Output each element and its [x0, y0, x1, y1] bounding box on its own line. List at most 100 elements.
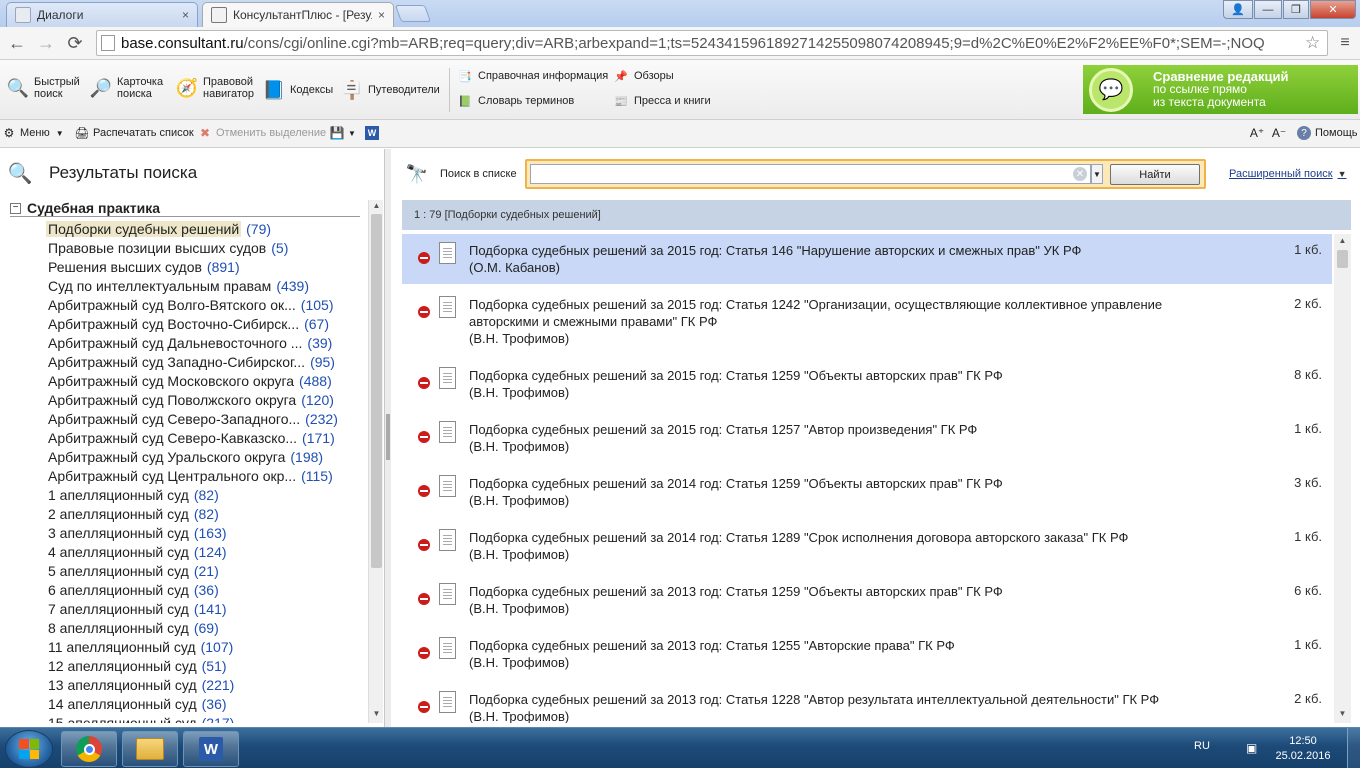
save-button[interactable]: 💾 ▼	[330, 126, 356, 140]
show-desktop-button[interactable]	[1347, 728, 1360, 768]
tab-close-icon[interactable]: ×	[378, 8, 385, 22]
tab-consultant[interactable]: КонсультантПлюс - [Резул ×	[202, 2, 394, 27]
scrollbar-thumb[interactable]	[1337, 250, 1348, 268]
new-tab-button[interactable]	[394, 5, 432, 22]
tree-item[interactable]: Арбитражный суд Восточно-Сибирск... (67)	[48, 314, 329, 333]
compare-editions-banner[interactable]: 💬 Сравнение редакций по ссылке прямо из …	[1083, 65, 1358, 114]
font-increase-button[interactable]: A⁺	[1250, 126, 1268, 140]
search-input[interactable]	[530, 164, 1091, 184]
tree-item[interactable]: Арбитражный суд Поволжского округа (120)	[48, 390, 334, 409]
document-title[interactable]: Подборка судебных решений за 2013 год: С…	[469, 583, 1229, 617]
tree-item[interactable]: 15 апелляционный суд (217)	[48, 713, 234, 724]
tree-item[interactable]: 8 апелляционный суд (69)	[48, 618, 219, 637]
tree-item[interactable]: 7 апелляционный суд (141)	[48, 599, 227, 618]
card-search-button[interactable]: 🔎 Карточка поиска	[89, 76, 167, 100]
tree-item[interactable]: Арбитражный суд Центрального окр... (115)	[48, 466, 333, 485]
taskbar-chrome[interactable]	[61, 731, 117, 767]
dictionary-button[interactable]: 📗 Словарь терминов	[458, 94, 574, 108]
font-decrease-button[interactable]: A⁻	[1272, 126, 1290, 140]
scroll-down-icon[interactable]: ▼	[1334, 709, 1351, 721]
scroll-up-icon[interactable]: ▲	[1334, 236, 1351, 248]
splitter-grip[interactable]	[386, 414, 390, 460]
help-button[interactable]: ? Помощь	[1297, 126, 1358, 140]
tree-item[interactable]: 2 апелляционный суд (82)	[48, 504, 219, 523]
document-row[interactable]: Подборка судебных решений за 2013 год: С…	[402, 629, 1332, 679]
left-scrollbar[interactable]: ▲ ▼	[368, 200, 383, 723]
scroll-up-icon[interactable]: ▲	[369, 201, 384, 213]
tree-item[interactable]: Арбитражный суд Северо-Кавказско... (171)	[48, 428, 335, 447]
tree-item[interactable]: 4 апелляционный суд (124)	[48, 542, 227, 561]
document-title[interactable]: Подборка судебных решений за 2015 год: С…	[469, 242, 1229, 276]
tree-item[interactable]: 1 апелляционный суд (82)	[48, 485, 219, 504]
document-row[interactable]: Подборка судебных решений за 2013 год: С…	[402, 683, 1332, 723]
tree-item[interactable]: Арбитражный суд Волго-Вятского ок... (105…	[48, 295, 333, 314]
document-row[interactable]: Подборка судебных решений за 2015 год: С…	[402, 413, 1332, 463]
tree-item[interactable]: Решения высших судов (891)	[48, 257, 240, 276]
tree-item[interactable]: Арбитражный суд Московского округа (488)	[48, 371, 332, 390]
forward-button[interactable]: →	[35, 33, 57, 53]
clear-icon[interactable]: ✕	[1073, 167, 1087, 181]
right-scrollbar[interactable]: ▲ ▼	[1334, 234, 1351, 723]
tree-item[interactable]: 11 апелляционный суд (107)	[48, 637, 233, 656]
document-row[interactable]: Подборка судебных решений за 2013 год: С…	[402, 575, 1332, 625]
scroll-down-icon[interactable]: ▼	[369, 709, 384, 721]
back-button[interactable]: ←	[6, 33, 28, 53]
tree-item[interactable]: Арбитражный суд Северо-Западного... (232)	[48, 409, 338, 428]
document-title[interactable]: Подборка судебных решений за 2015 год: С…	[469, 421, 1229, 455]
document-title[interactable]: Подборка судебных решений за 2013 год: С…	[469, 691, 1229, 723]
cancel-selection-button[interactable]: ✖ Отменить выделение	[198, 126, 326, 140]
collapse-icon[interactable]: −	[10, 202, 21, 214]
export-word-button[interactable]: W	[365, 126, 383, 140]
document-row[interactable]: Подборка судебных решений за 2015 год: С…	[402, 359, 1332, 409]
tab-dialogs[interactable]: Диалоги ×	[6, 2, 198, 27]
tree-item[interactable]: 13 апелляционный суд (221)	[48, 675, 234, 694]
url-field[interactable]: base.consultant.ru/cons/cgi/online.cgi?m…	[96, 30, 1328, 56]
start-button[interactable]	[5, 730, 53, 768]
tree-group-header[interactable]: − Судебная практика	[10, 200, 360, 217]
tree-item[interactable]: Арбитражный суд Уральского округа (198)	[48, 447, 323, 466]
scrollbar-thumb[interactable]	[371, 214, 382, 568]
document-row[interactable]: Подборка судебных решений за 2014 год: С…	[402, 467, 1332, 517]
print-list-button[interactable]: 🖨 Распечатать список	[74, 126, 193, 140]
document-row[interactable]: Подборка судебных решений за 2015 год: С…	[402, 288, 1332, 355]
document-title[interactable]: Подборка судебных решений за 2014 год: С…	[469, 475, 1229, 509]
clock[interactable]: 12:50 25.02.2016	[1273, 734, 1333, 764]
document-row[interactable]: Подборка судебных решений за 2015 год: С…	[402, 234, 1332, 284]
language-indicator[interactable]: RU	[1194, 740, 1210, 752]
document-title[interactable]: Подборка судебных решений за 2013 год: С…	[469, 637, 1229, 671]
close-window-button[interactable]: ✕	[1310, 0, 1356, 19]
browser-menu-icon[interactable]: ≡	[1336, 34, 1354, 52]
document-title[interactable]: Подборка судебных решений за 2015 год: С…	[469, 296, 1229, 347]
advanced-search-link[interactable]: Расширенный поиск ▼	[1229, 168, 1347, 180]
tree-item[interactable]: 3 апелляционный суд (163)	[48, 523, 227, 542]
tree-item[interactable]: Арбитражный суд Дальневосточного ... (39)	[48, 333, 332, 352]
document-title[interactable]: Подборка судебных решений за 2014 год: С…	[469, 529, 1229, 563]
reload-button[interactable]: ⟳	[64, 33, 86, 53]
tree-item[interactable]: 5 апелляционный суд (21)	[48, 561, 219, 580]
reviews-button[interactable]: 📌 Обзоры	[614, 69, 674, 83]
tree-item[interactable]: Суд по интеллектуальным правам (439)	[48, 276, 309, 295]
taskbar-word[interactable]: W	[183, 731, 239, 767]
reference-info-button[interactable]: 📑 Справочная информация	[458, 69, 608, 83]
tree-item[interactable]: Подборки судебных решений (79)	[46, 219, 271, 238]
bookmark-star-icon[interactable]: ☆	[1305, 33, 1320, 53]
user-icon[interactable]: 👤	[1223, 0, 1253, 19]
maximize-button[interactable]: ❐	[1283, 0, 1309, 19]
document-row[interactable]: Подборка судебных решений за 2014 год: С…	[402, 521, 1332, 571]
quick-search-button[interactable]: 🔍 Быстрый поиск	[6, 76, 80, 100]
taskbar-explorer[interactable]	[122, 731, 178, 767]
legal-navigator-button[interactable]: 🧭 Правовой навигатор	[175, 76, 259, 100]
menu-button[interactable]: ⚙ Меню ▼	[2, 126, 64, 140]
minimize-button[interactable]: —	[1254, 0, 1282, 19]
guides-button[interactable]: 🪧 Путеводители	[340, 78, 440, 102]
network-icon[interactable]: ▣	[1246, 741, 1257, 755]
find-button[interactable]: Найти	[1110, 164, 1200, 185]
codes-button[interactable]: 📘 Кодексы	[262, 78, 333, 102]
press-books-button[interactable]: 📰 Пресса и книги	[614, 94, 711, 108]
tab-close-icon[interactable]: ×	[182, 8, 189, 22]
tree-item[interactable]: 14 апелляционный суд (36)	[48, 694, 227, 713]
chevron-down-icon[interactable]: ▼	[1091, 164, 1103, 184]
document-title[interactable]: Подборка судебных решений за 2015 год: С…	[469, 367, 1229, 401]
tree-item[interactable]: Арбитражный суд Западно-Сибирског... (95)	[48, 352, 335, 371]
tree-item[interactable]: 6 апелляционный суд (36)	[48, 580, 219, 599]
